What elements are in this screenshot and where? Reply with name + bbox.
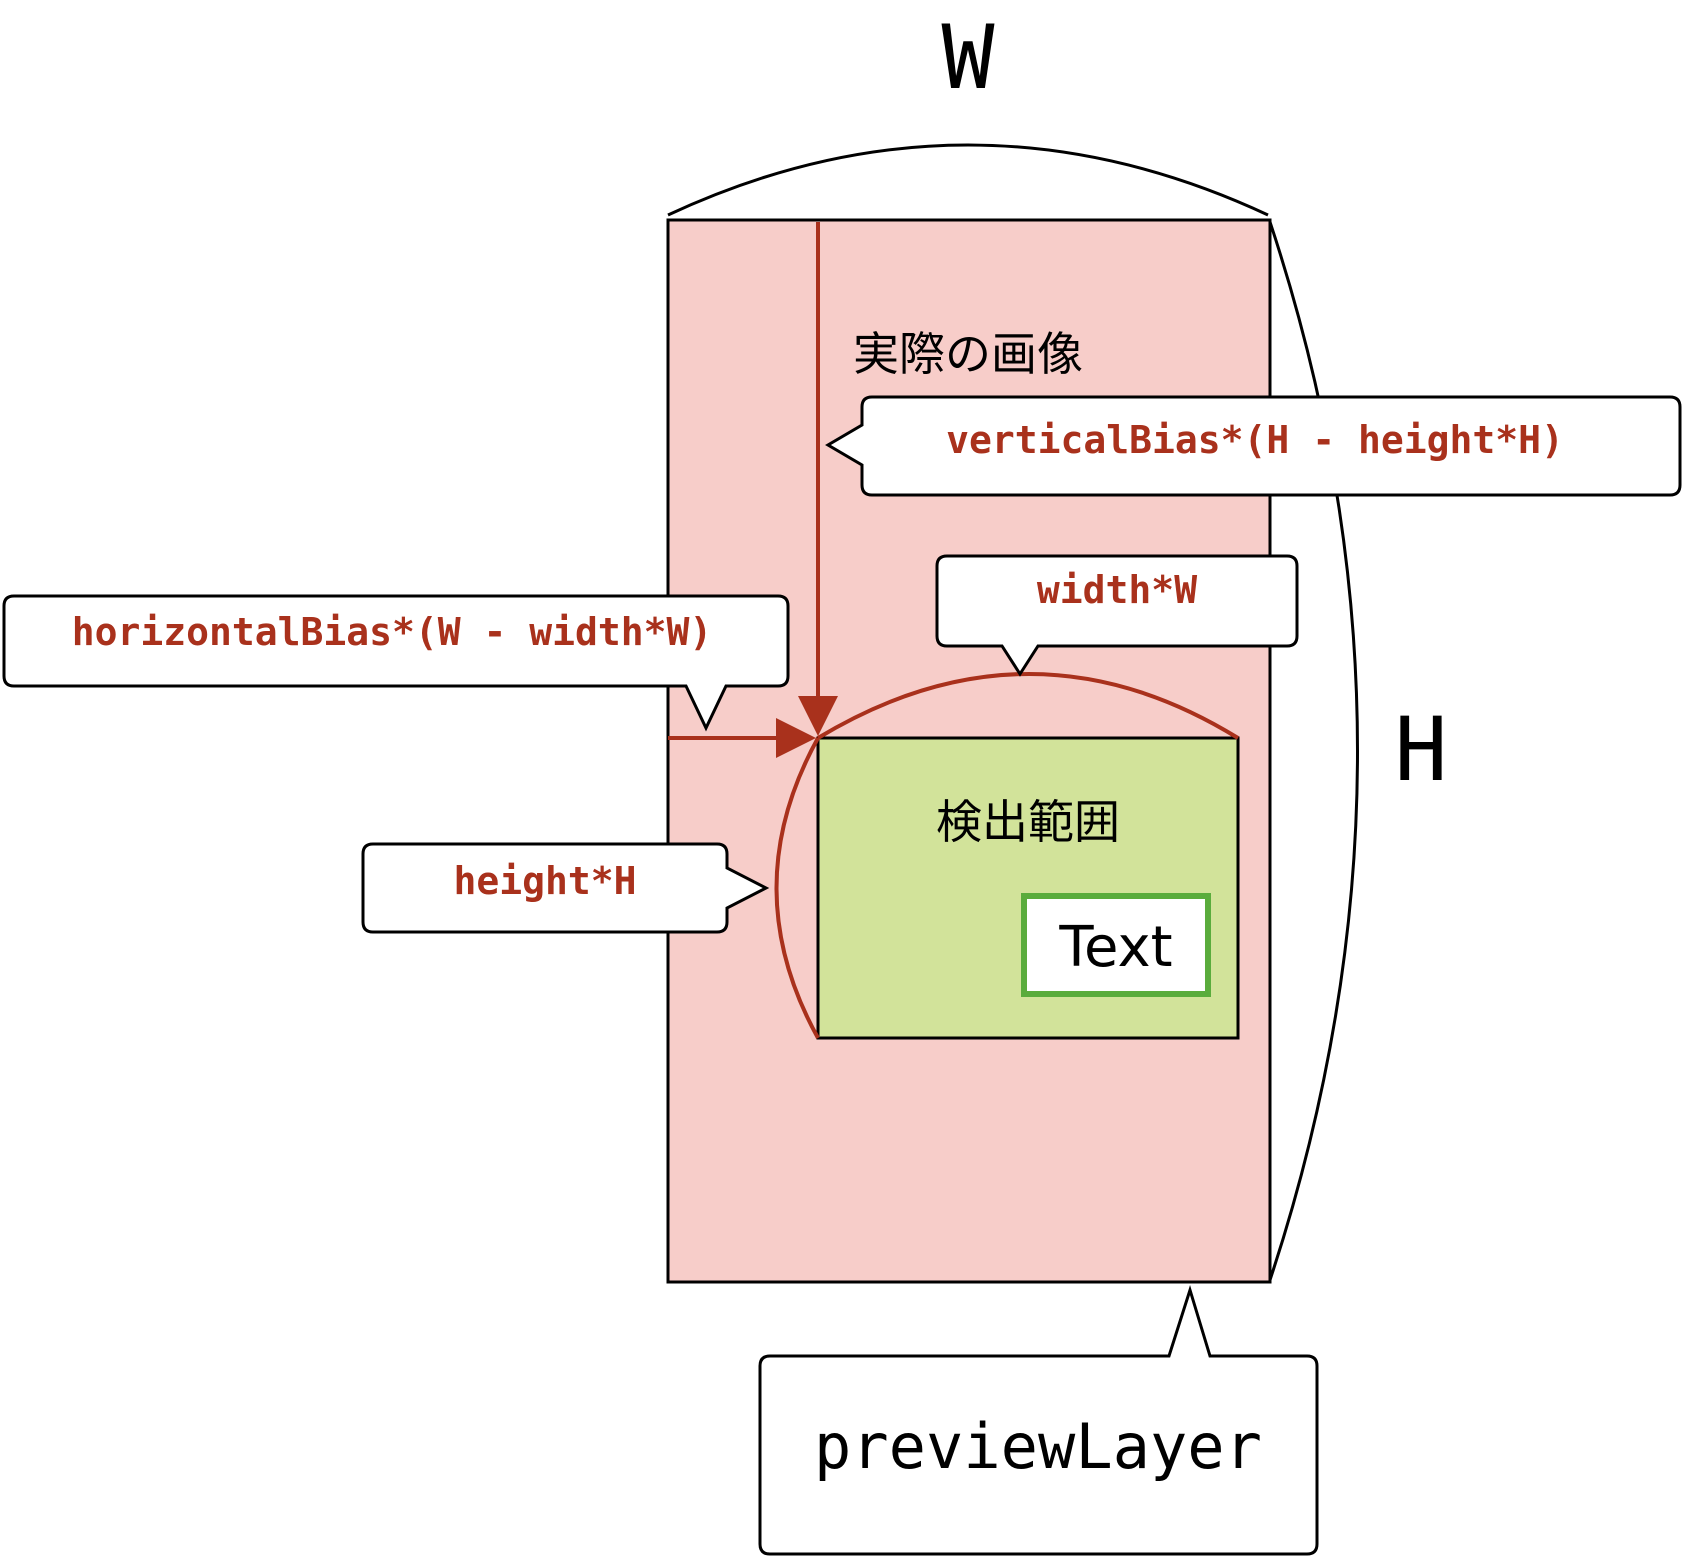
- detection-area-label: 検出範囲: [936, 795, 1120, 849]
- vertical-bias-callout: verticalBias*(H - height*H): [946, 418, 1564, 462]
- horizontal-bias-callout: horizontalBias*(W - width*W): [72, 610, 713, 654]
- actual-image-label: 実際の画像: [853, 327, 1083, 381]
- height-brace: [1268, 221, 1359, 1281]
- width-brace: [667, 143, 1269, 217]
- text-box-label: Text: [1058, 915, 1172, 980]
- H-label: H: [1395, 698, 1448, 801]
- height-callout: height*H: [453, 859, 636, 903]
- width-callout: width*W: [1037, 568, 1197, 612]
- diagram-canvas: W H 実際の画像 検出範囲 Text verticalBias*(H - he…: [0, 0, 1682, 1556]
- preview-layer-label: previewLayer: [814, 1410, 1262, 1483]
- W-label: W: [942, 6, 995, 109]
- diagram-svg: W H 実際の画像 検出範囲 Text verticalBias*(H - he…: [2, 6, 1682, 1556]
